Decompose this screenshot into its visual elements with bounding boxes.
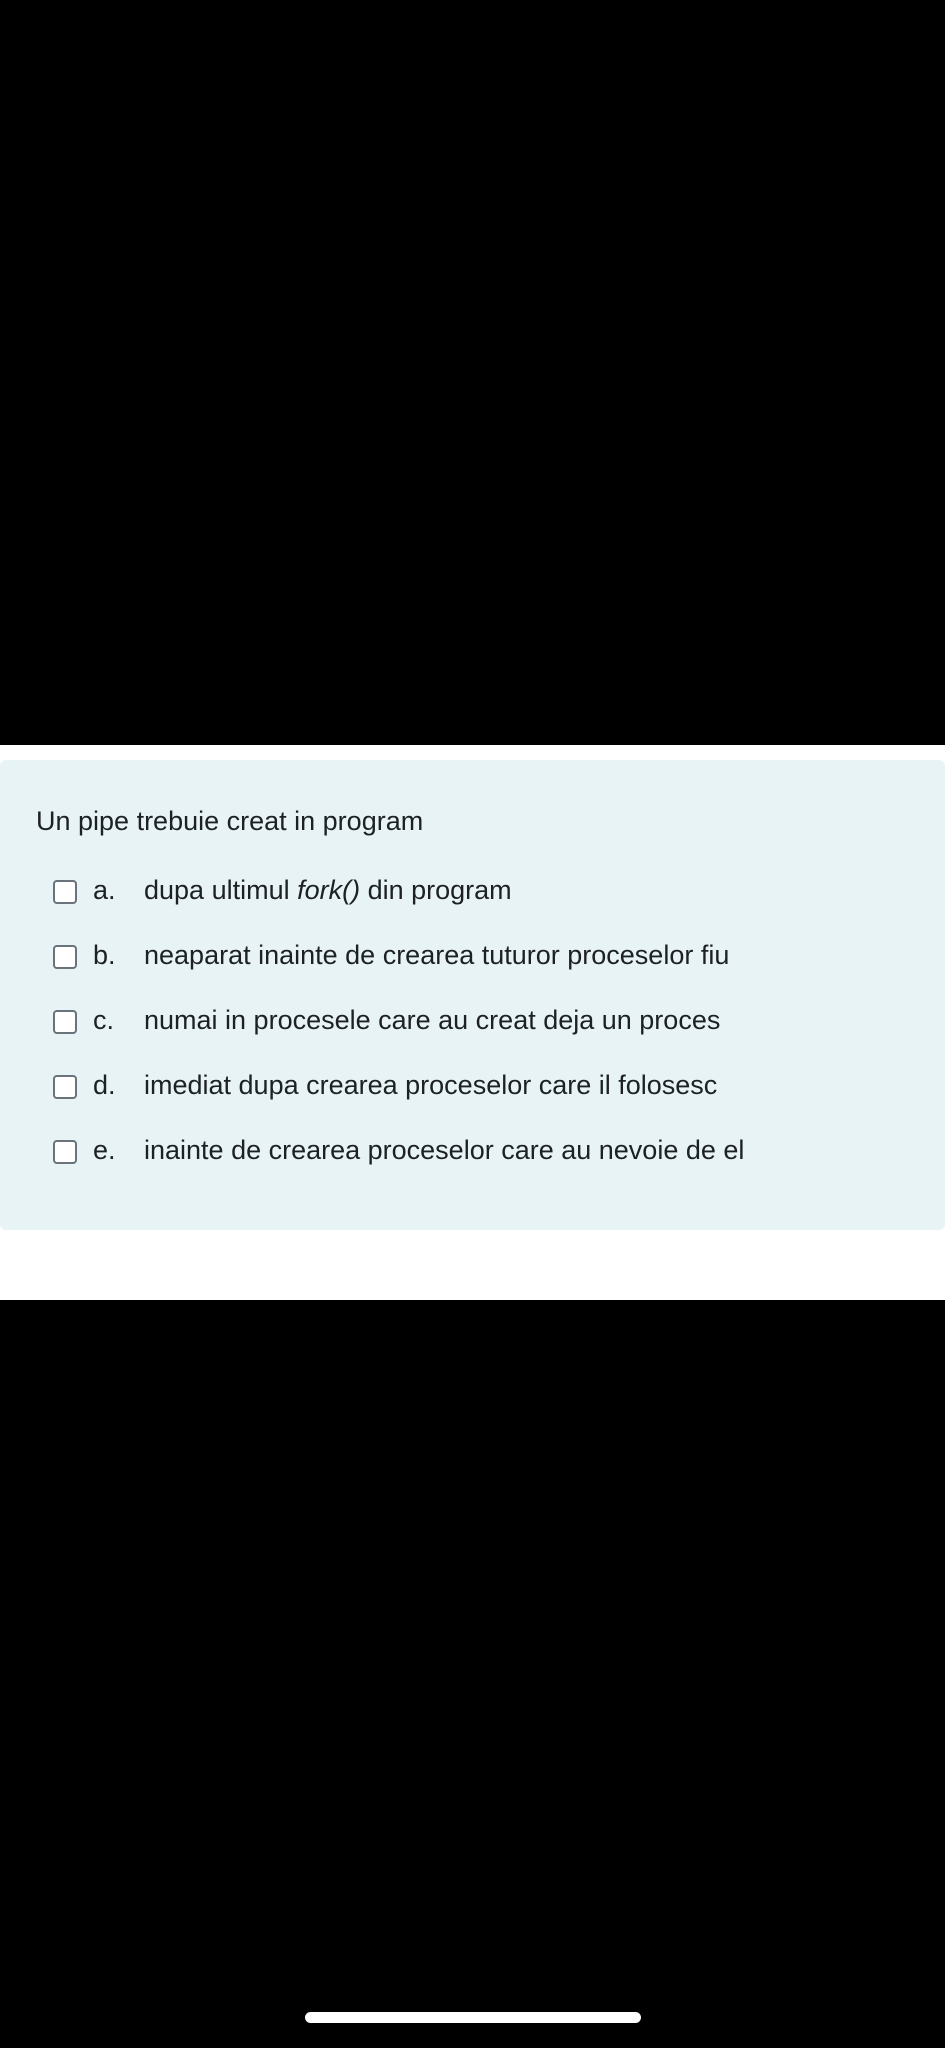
question-card: Un pipe trebuie creat in program a. dupa…	[0, 760, 945, 1230]
answer-option-b[interactable]: b. neaparat inainte de crearea tuturor p…	[0, 938, 945, 1003]
phone-screen: Un pipe trebuie creat in program a. dupa…	[0, 0, 945, 2048]
answer-letter: b.	[93, 940, 116, 970]
answer-letter: e.	[93, 1135, 116, 1165]
checkbox-unchecked-icon[interactable]	[53, 880, 77, 904]
answer-option-c[interactable]: c. numai in procesele care au creat deja…	[0, 1003, 945, 1068]
answer-option-d[interactable]: d. imediat dupa crearea proceselor care …	[0, 1068, 945, 1133]
checkbox-unchecked-icon[interactable]	[53, 1075, 77, 1099]
answer-text-code: fork()	[297, 875, 361, 905]
answer-text[interactable]: imediat dupa crearea proceselor care il …	[144, 1069, 717, 1101]
answer-text[interactable]: dupa ultimul fork() din program	[144, 874, 512, 906]
answer-text[interactable]: neaparat inainte de crearea tuturor proc…	[144, 939, 729, 971]
home-indicator[interactable]	[305, 2012, 641, 2023]
answer-option-e[interactable]: e. inainte de crearea proceselor care au…	[0, 1133, 945, 1198]
answer-option-a[interactable]: a. dupa ultimul fork() din program	[0, 873, 945, 938]
answer-letter: d.	[93, 1070, 116, 1100]
answer-letter: c.	[93, 1005, 115, 1035]
answer-text[interactable]: inainte de crearea proceselor care au ne…	[144, 1134, 744, 1166]
question-text: Un pipe trebuie creat in program	[36, 806, 424, 836]
content-area: Un pipe trebuie creat in program a. dupa…	[0, 745, 945, 1300]
checkbox-unchecked-icon[interactable]	[53, 1140, 77, 1164]
checkbox-unchecked-icon[interactable]	[53, 1010, 77, 1034]
answer-text-before: dupa ultimul	[144, 875, 298, 905]
checkbox-unchecked-icon[interactable]	[53, 945, 77, 969]
answer-text-after: din program	[360, 875, 512, 905]
answer-list: a. dupa ultimul fork() din program b. ne…	[0, 873, 945, 1198]
answer-text[interactable]: numai in procesele care au creat deja un…	[144, 1004, 720, 1036]
answer-letter: a.	[93, 875, 116, 905]
